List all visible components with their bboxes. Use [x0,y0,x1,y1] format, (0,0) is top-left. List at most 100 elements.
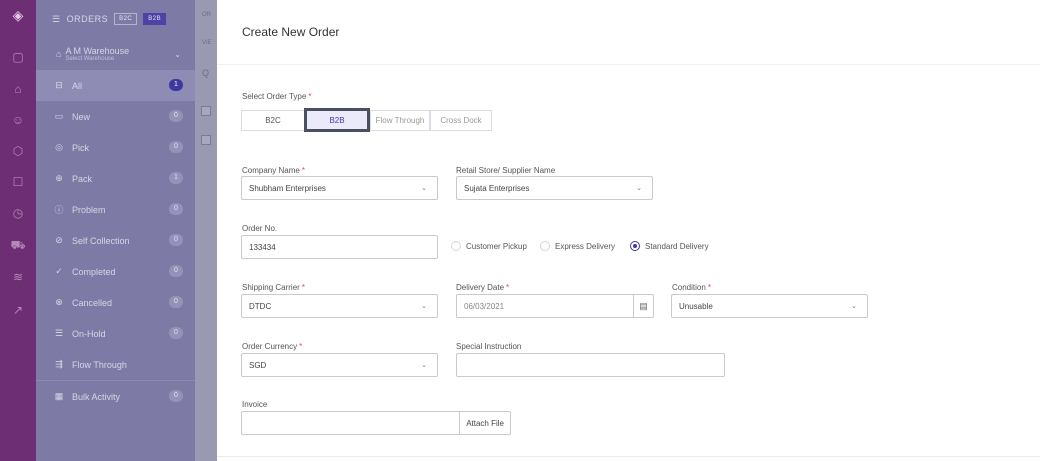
chevron-down-icon: ⌄ [421,185,427,192]
check-circle-icon: ⊘ [55,235,63,245]
sidebar-item-label: On-Hold [72,328,106,339]
order-currency-label: Order Currency * [242,342,303,351]
sidebar-item-bulk-activity[interactable]: ▦ Bulk Activity 0 [36,381,195,412]
sidebar-item-self-collection[interactable]: ⊘ Self Collection 0 [36,225,195,256]
sidebar-item-label: Completed [72,266,116,277]
delivery-date-label: Delivery Date * [456,283,510,292]
sidebar-item-label: Self Collection [72,235,130,246]
flow-icon: ⇶ [55,359,63,369]
sidebar-item-label: Cancelled [72,297,113,308]
order-type-flow-through[interactable]: Flow Through [370,110,430,131]
special-instruction-label: Special Instruction [456,342,522,351]
external-icon[interactable]: ↗ [0,301,36,319]
shipping-carrier-select[interactable]: DTDC ⌄ [241,294,438,318]
sidebar-item-flow-through[interactable]: ⇶ Flow Through [36,349,195,380]
search-icon: Q [202,68,210,78]
orders-sidebar: ☰ ORDERS B2C B2B ⌂ A M Warehouse Select … [36,0,195,461]
row-checkbox [201,106,211,116]
package-icon: ⊕ [55,173,63,183]
cube-icon[interactable]: ⬡ [0,142,36,160]
layers-icon[interactable]: ≋ [0,268,36,286]
logo-icon[interactable]: ◈ [0,6,36,24]
chevron-down-icon: ⌄ [421,362,427,369]
chevron-down-icon: ⌄ [174,50,181,59]
order-type-cross-dock[interactable]: Cross Dock [430,110,492,131]
left-rail: ◈ ▢ ⌂ ☺ ⬡ ☐ ◷ ⛟ ≋ ↗ [0,0,36,461]
alert-icon: ⓘ [54,205,64,215]
stack-icon: ☰ [54,328,64,338]
warehouse-icon: ⌂ [56,49,62,59]
invoice-file-input[interactable]: Attach File [241,411,511,435]
delivery-date-input[interactable]: 06/03/2021 ▤ [456,294,654,318]
warehouse-name: A M Warehouse [65,46,130,56]
b2b-toggle[interactable]: B2B [143,13,167,25]
chevron-down-icon: ⌄ [636,185,642,192]
retail-store-value: Sujata Enterprises [464,183,530,193]
list-view-fragment: VIE [202,40,212,46]
order-currency-value: SGD [249,360,267,370]
order-type-label: Select Order Type * [242,92,312,101]
grid-icon: ▦ [54,391,64,401]
radio-circle [540,241,550,251]
order-no-input[interactable]: 133434 [241,235,438,259]
delivery-date-value: 06/03/2021 [464,301,505,311]
sidebar-header: ☰ ORDERS B2C B2B [36,0,195,38]
background-list: OR VIE Q [195,0,217,461]
count-badge: 0 [169,390,183,402]
radio-customer-pickup[interactable]: Customer Pickup [451,241,527,251]
sidebar-item-on-hold[interactable]: ☰ On-Hold 0 [36,318,195,349]
sidebar-item-new[interactable]: ▭ New 0 [36,101,195,132]
sidebar-item-cancelled[interactable]: ⊗ Cancelled 0 [36,287,195,318]
count-badge: 0 [169,296,183,308]
order-type-b2c[interactable]: B2C [241,110,305,131]
clock-icon[interactable]: ◷ [0,204,36,222]
company-name-label: Company Name * [242,166,305,175]
file-icon: ▭ [54,111,64,121]
chart-icon[interactable]: ☐ [0,173,36,191]
box-icon[interactable]: ▢ [0,48,36,66]
calendar-icon[interactable]: ▤ [633,295,653,317]
count-badge: 0 [169,141,183,153]
radio-standard-delivery[interactable]: Standard Delivery [630,241,709,251]
sidebar-item-problem[interactable]: ⓘ Problem 0 [36,194,195,225]
sidebar-item-pack[interactable]: ⊕ Pack 1 [36,163,195,194]
list-title-fragment: OR [202,12,211,18]
chevron-down-icon: ⌄ [851,303,857,310]
sidebar-item-completed[interactable]: ✓ Completed 0 [36,256,195,287]
retail-store-select[interactable]: Sujata Enterprises ⌄ [456,176,653,200]
special-instruction-input[interactable] [456,353,725,377]
invoice-label: Invoice [242,400,268,409]
target-icon: ◎ [55,142,63,152]
b2c-toggle[interactable]: B2C [114,13,138,25]
sidebar-item-label: Flow Through [72,359,127,370]
radio-label: Express Delivery [555,241,616,251]
order-currency-select[interactable]: SGD ⌄ [241,353,438,377]
radio-express-delivery[interactable]: Express Delivery [540,241,615,251]
warehouse-selector[interactable]: ⌂ A M Warehouse Select Warehouse ⌄ [36,38,195,70]
users-icon[interactable]: ☺ [0,111,36,129]
count-badge: 1 [169,172,183,184]
shipping-carrier-label: Shipping Carrier * [242,283,305,292]
sidebar-item-label: Pack [72,173,93,184]
sidebar-title: ORDERS [66,14,109,24]
radio-circle [451,241,461,251]
truck-icon[interactable]: ⛟ [0,237,36,255]
count-badge: 0 [169,110,183,122]
sidebar-item-label: All [72,80,83,91]
count-badge: 0 [169,327,183,339]
check-icon: ✓ [55,266,63,276]
count-badge: 0 [169,203,183,215]
warehouse-subtitle: Select Warehouse [65,56,115,62]
home-icon[interactable]: ⌂ [0,80,36,98]
sidebar-item-label: Pick [72,142,90,153]
order-type-b2b[interactable]: B2B [304,108,370,132]
condition-select[interactable]: Unusable ⌄ [671,294,868,318]
condition-value: Unusable [679,301,713,311]
sidebar-item-all[interactable]: ⊟ All 1 [36,70,195,101]
sidebar-item-label: New [72,111,91,122]
company-name-select[interactable]: Shubham Enterprises ⌄ [241,176,438,200]
menu-icon[interactable]: ☰ [52,14,61,25]
attach-file-button[interactable]: Attach File [459,412,510,434]
sidebar-item-pick[interactable]: ◎ Pick 0 [36,132,195,163]
company-name-value: Shubham Enterprises [249,183,326,193]
